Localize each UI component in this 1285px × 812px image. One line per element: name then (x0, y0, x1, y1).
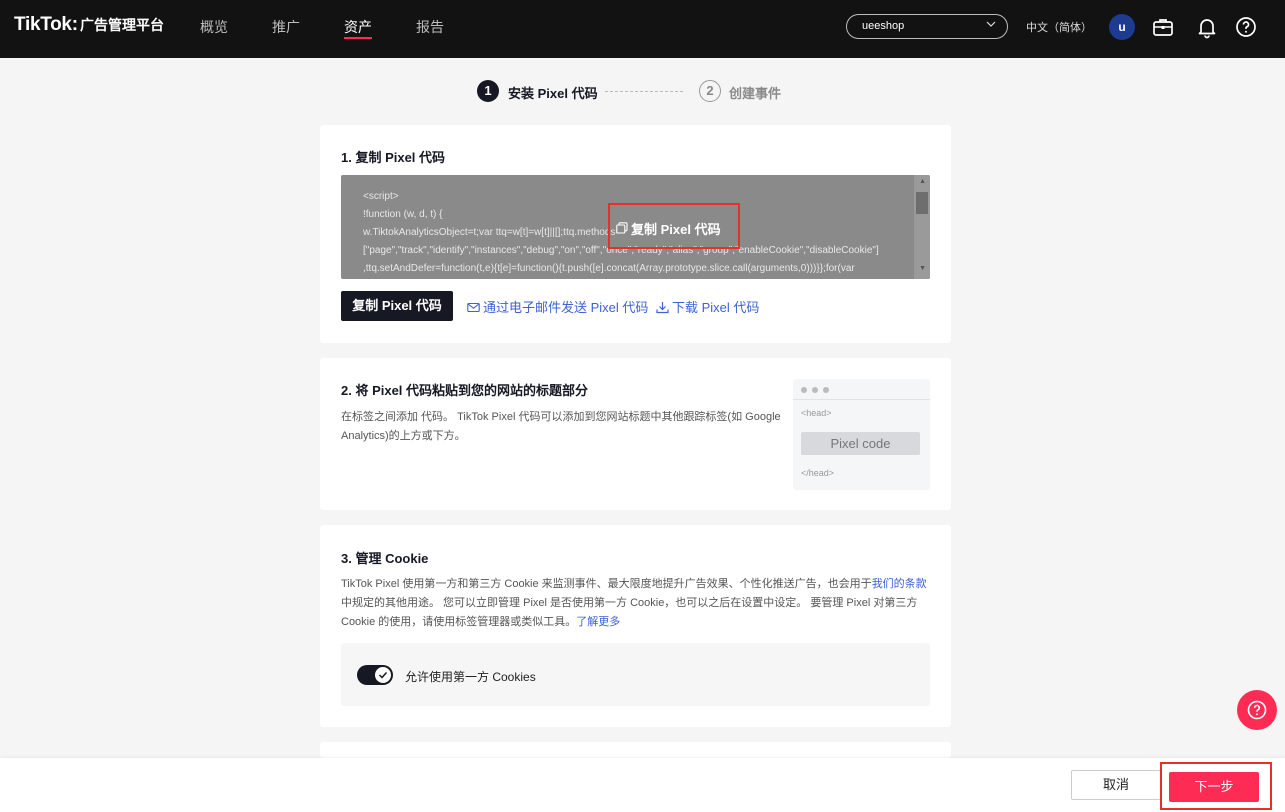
account-name: ueeshop (862, 20, 905, 32)
cancel-button[interactable]: 取消 (1071, 770, 1161, 800)
code-line: ,ttq.setAndDefer=function(t,e){t[e]=func… (363, 263, 855, 274)
nav-item-assets[interactable]: 资产 (344, 17, 372, 39)
window-divider (793, 399, 930, 400)
scroll-down-arrow-icon[interactable]: ▼ (919, 265, 926, 272)
step-1-number: 1 (477, 80, 499, 102)
scroll-up-arrow-icon[interactable]: ▲ (919, 178, 926, 185)
code-line: <script> (363, 191, 399, 202)
learn-more-link[interactable]: 了解更多 (576, 616, 620, 628)
section-manage-cookie: 3. 管理 Cookie TikTok Pixel 使用第一方和第三方 Cook… (320, 525, 951, 727)
section-1-title: 1. 复制 Pixel 代码 (341, 150, 446, 165)
briefcase-icon[interactable] (1151, 15, 1175, 39)
overlay-copy-label: 复制 Pixel 代码 (631, 222, 721, 237)
brand[interactable]: TikTok : 广告管理平台 (14, 14, 164, 36)
bell-icon[interactable] (1195, 15, 1219, 39)
account-select[interactable]: ueeshop (846, 14, 1008, 39)
head-open-tag: <head> (801, 408, 832, 418)
top-nav-bar: TikTok : 广告管理平台 概览 推广 资产 报告 ueeshop 中文（简… (0, 0, 1285, 58)
nav-item-assets-label: 资产 (344, 19, 372, 35)
copy-pixel-code-button[interactable]: 复制 Pixel 代码 (341, 291, 453, 321)
window-dot (823, 387, 829, 393)
step-connector (605, 91, 683, 92)
head-close-tag: </head> (801, 468, 835, 478)
overlay-copy-button[interactable]: 复制 Pixel 代码 (608, 203, 740, 249)
section-next-partial (320, 742, 951, 758)
window-dot (801, 387, 807, 393)
next-button[interactable]: 下一步 (1169, 772, 1259, 802)
brand-subtitle: 广告管理平台 (80, 17, 165, 33)
first-party-cookie-toggle[interactable] (357, 665, 393, 685)
section-2-description: 在标签之间添加 代码。 TikTok Pixel 代码可以添加到您网站标题中其他… (341, 411, 781, 442)
section-2-title: 2. 将 Pixel 代码粘贴到您的网站的标题部分 (341, 383, 589, 398)
pixel-code-box[interactable]: <script> !function (w, d, t) { w.TiktokA… (341, 175, 930, 279)
next-button-highlight: 下一步 (1160, 762, 1272, 810)
mail-icon (467, 302, 480, 313)
cookie-toggle-row: 允许使用第一方 Cookies (341, 643, 930, 706)
language-switcher[interactable]: 中文（简体） (1026, 19, 1092, 35)
brand-separator: : (71, 14, 79, 35)
step-2-label: 创建事件 (729, 86, 782, 101)
brand-logo: TikTok (14, 14, 72, 35)
help-icon (1247, 700, 1267, 720)
head-code-illustration: <head> Pixel code </head> (793, 379, 930, 490)
toggle-knob (375, 667, 391, 683)
download-link-label: 下载 Pixel 代码 (672, 300, 760, 315)
section-3-desc-part1: TikTok Pixel 使用第一方和第三方 Cookie 来监测事件、最大限度… (341, 578, 872, 590)
check-icon (378, 671, 388, 679)
footer-bar: 取消 下一步 (0, 758, 1285, 812)
cookie-toggle-label: 允许使用第一方 Cookies (405, 670, 536, 684)
avatar[interactable]: u (1109, 14, 1135, 40)
email-pixel-code-link[interactable]: 通过电子邮件发送 Pixel 代码 (467, 297, 648, 316)
nav-item-overview[interactable]: 概览 (200, 17, 228, 37)
section-3-title: 3. 管理 Cookie (341, 551, 429, 566)
chevron-down-icon (986, 21, 996, 27)
section-paste-code: 2. 将 Pixel 代码粘贴到您的网站的标题部分 在标签之间添加 代码。 Ti… (320, 358, 951, 510)
pixel-code-placeholder: Pixel code (801, 432, 920, 455)
nav-active-underline (344, 37, 372, 39)
help-icon[interactable] (1234, 15, 1258, 39)
help-float-button[interactable] (1237, 690, 1277, 730)
section-copy-pixel: 1. 复制 Pixel 代码 <script> !function (w, d,… (320, 125, 951, 343)
scroll-thumb[interactable] (916, 192, 928, 214)
window-dot (812, 387, 818, 393)
step-2-number: 2 (699, 80, 721, 102)
copy-icon (616, 222, 628, 234)
code-line: w.TiktokAnalyticsObject=t;var ttq=w[t]=w… (363, 227, 622, 238)
email-link-label: 通过电子邮件发送 Pixel 代码 (483, 300, 649, 315)
download-icon (656, 302, 669, 314)
section-3-desc-part2: 中规定的其他用途。 您可以立即管理 Pixel 是否使用第一方 Cookie，也… (341, 597, 918, 628)
code-scrollbar[interactable]: ▲ ▼ (914, 175, 930, 279)
terms-link[interactable]: 我们的条款 (872, 578, 927, 590)
section-3-description: TikTok Pixel 使用第一方和第三方 Cookie 来监测事件、最大限度… (341, 575, 930, 632)
code-line: !function (w, d, t) { (363, 209, 443, 220)
nav-item-promotion[interactable]: 推广 (272, 17, 300, 37)
nav-item-reports[interactable]: 报告 (416, 17, 444, 37)
download-pixel-code-link[interactable]: 下载 Pixel 代码 (656, 297, 759, 316)
step-1-label: 安装 Pixel 代码 (508, 86, 598, 101)
